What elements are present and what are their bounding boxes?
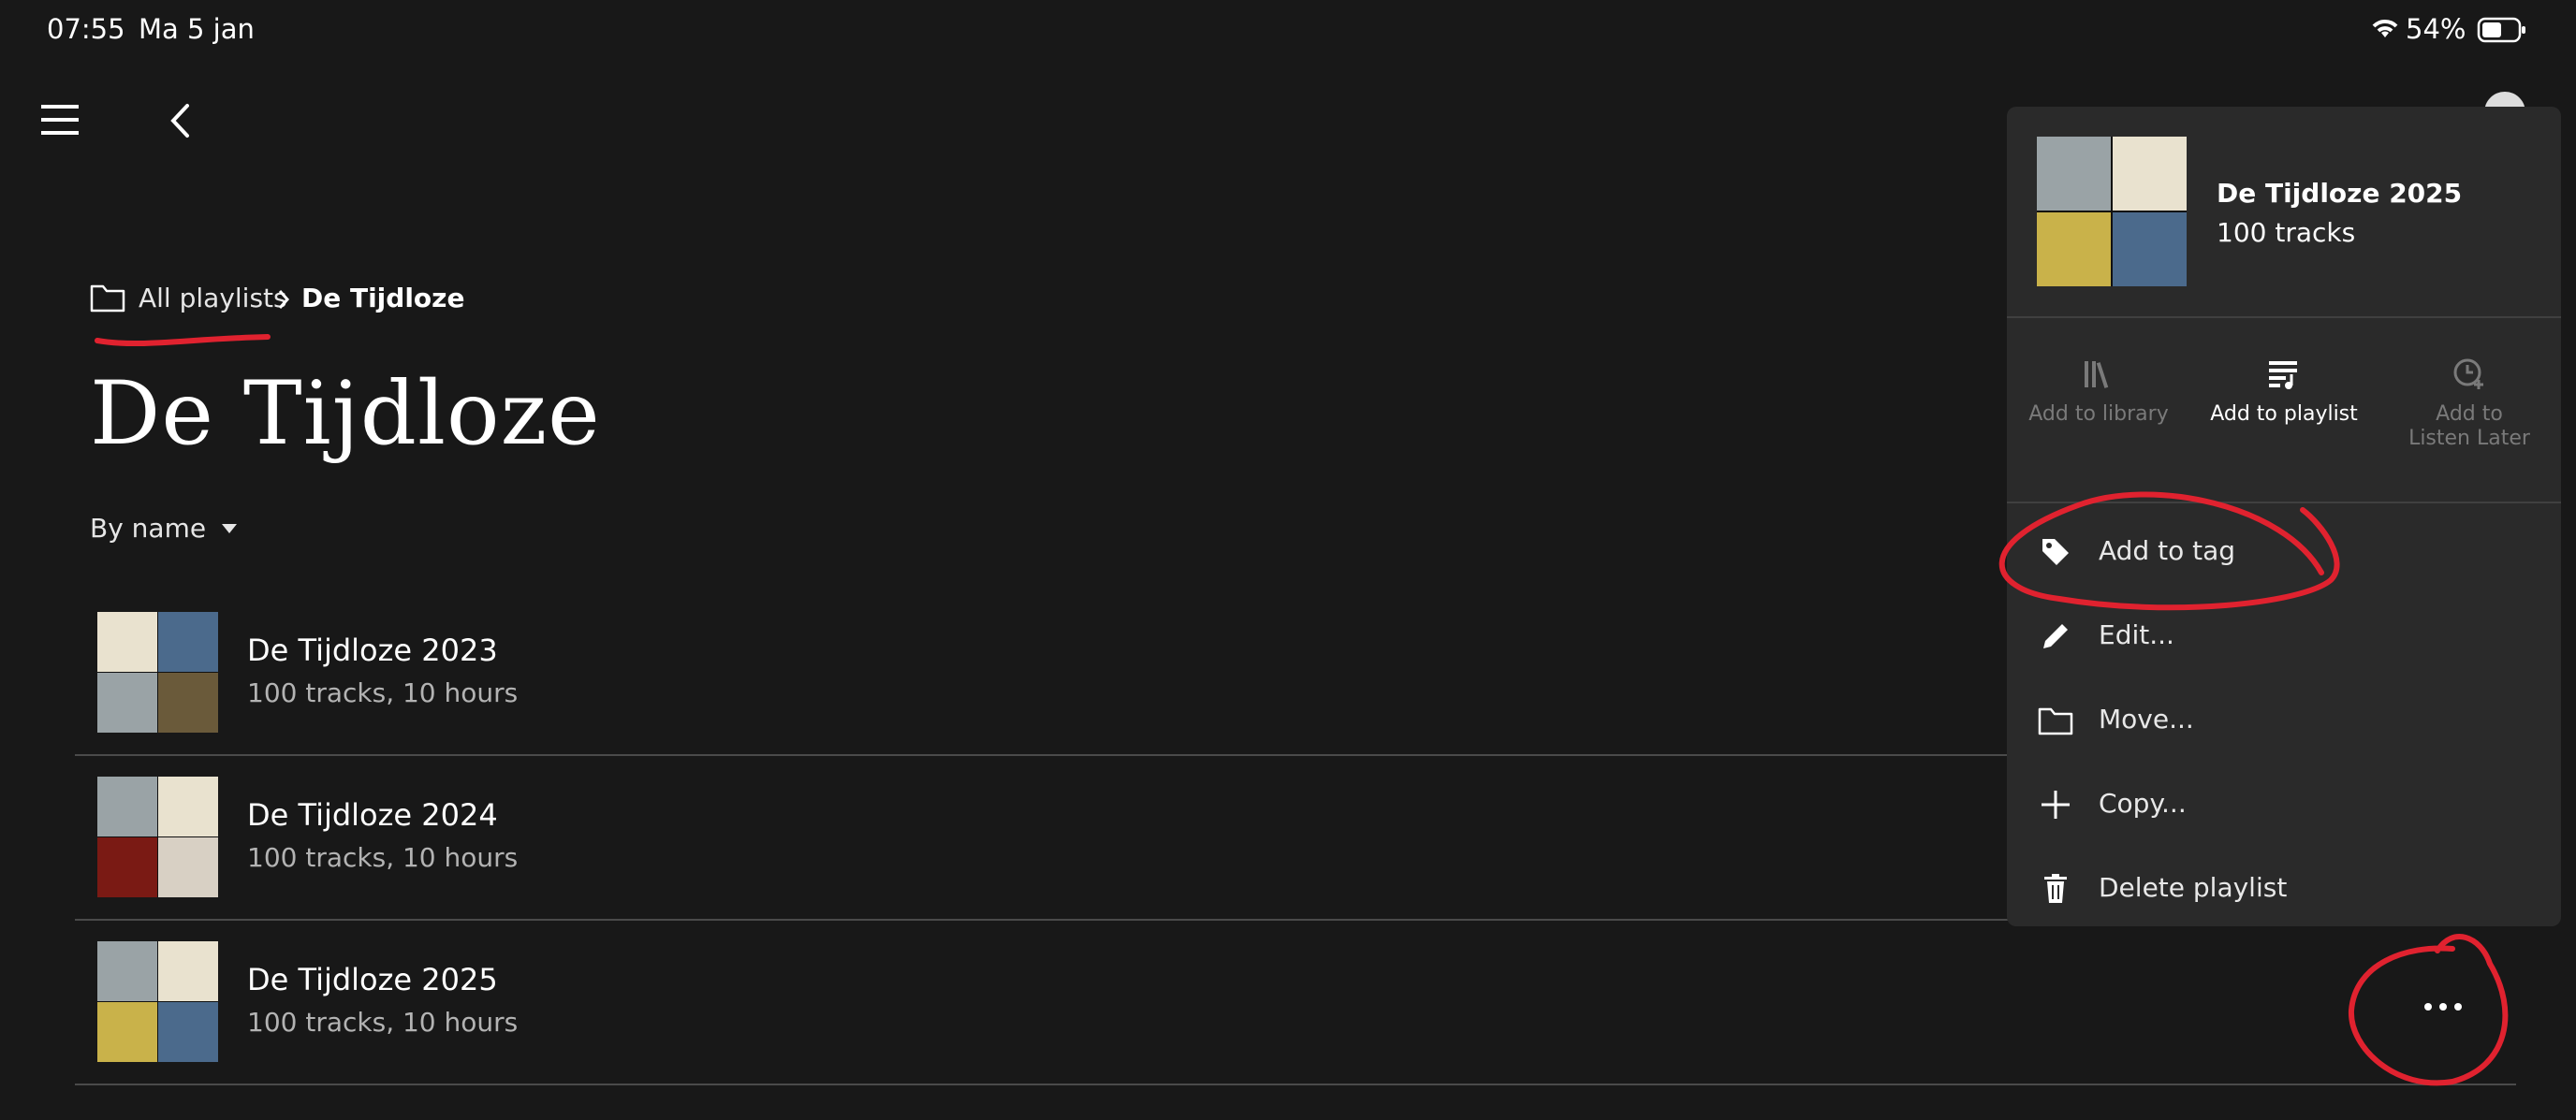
back-icon[interactable]: [168, 103, 191, 142]
context-menu-cover: [2037, 137, 2187, 286]
playlist-title: De Tijdloze 2025: [247, 962, 498, 997]
add-to-tag-menu-item[interactable]: Add to tag: [2007, 509, 2561, 593]
context-menu-title: De Tijdloze 2025: [2217, 178, 2463, 209]
folder-icon: [2037, 702, 2074, 739]
playlist-cover: [97, 612, 218, 733]
playlist-cover: [97, 777, 218, 897]
playlist-subtitle: 100 tracks, 10 hours: [247, 842, 519, 873]
page-title: De Tijdloze: [90, 363, 601, 465]
playlist-add-icon: [2192, 356, 2376, 393]
chevron-right-icon: [277, 288, 290, 314]
caret-down-icon: [222, 523, 238, 533]
battery-icon: [2477, 17, 2527, 47]
playlist-subtitle: 100 tracks, 10 hours: [247, 1007, 519, 1038]
breadcrumb-current: De Tijdloze: [301, 283, 465, 313]
status-time: 07:55: [47, 13, 125, 45]
delete-playlist-menu-item[interactable]: Delete playlist: [2007, 846, 2561, 926]
playlist-cover: [97, 941, 218, 1062]
plus-icon: [2037, 786, 2074, 823]
annotation-underline: [95, 334, 271, 347]
playlist-title: De Tijdloze 2024: [247, 797, 498, 833]
context-menu-subtitle: 100 tracks: [2217, 217, 2356, 248]
status-date: Ma 5 jan: [139, 13, 255, 45]
context-menu-header: De Tijdloze 2025 100 tracks: [2007, 107, 2561, 318]
playlist-row[interactable]: De Tijdloze 2025 100 tracks, 10 hours: [75, 919, 2516, 1085]
add-to-playlist-button[interactable]: Add to playlist: [2192, 356, 2376, 427]
edit-label: Edit...: [2099, 619, 2174, 650]
playlist-title: De Tijdloze 2023: [247, 633, 498, 668]
menu-icon[interactable]: [41, 103, 79, 140]
add-to-library-button[interactable]: Add to library: [2007, 356, 2190, 427]
wifi-icon: [2368, 15, 2402, 45]
tag-icon: [2037, 533, 2074, 571]
playlist-subtitle: 100 tracks, 10 hours: [247, 677, 519, 708]
move-label: Move...: [2099, 704, 2194, 735]
more-options-icon[interactable]: [2422, 997, 2464, 1015]
library-icon: [2007, 356, 2190, 393]
trash-icon: [2037, 870, 2074, 908]
add-to-playlist-label: Add to playlist: [2210, 402, 2358, 426]
pencil-icon: [2037, 618, 2074, 655]
delete-playlist-label: Delete playlist: [2099, 872, 2288, 903]
battery-percent: 54%: [2406, 13, 2466, 45]
breadcrumb-parent-link[interactable]: All playlists: [139, 283, 287, 313]
context-menu-actions: Add to library Add to playlist Add to Li…: [2007, 318, 2561, 503]
sort-dropdown[interactable]: By name: [90, 513, 238, 544]
add-to-tag-label: Add to tag: [2099, 535, 2236, 566]
add-to-listen-later-button[interactable]: Add to Listen Later: [2378, 356, 2561, 451]
edit-menu-item[interactable]: Edit...: [2007, 593, 2561, 677]
add-to-listen-later-label: Add to Listen Later: [2408, 402, 2530, 450]
move-menu-item[interactable]: Move...: [2007, 677, 2561, 762]
copy-menu-item[interactable]: Copy...: [2007, 762, 2561, 846]
clock-plus-icon: [2378, 356, 2561, 393]
playlist-context-menu: De Tijdloze 2025 100 tracks Add to libra…: [2007, 107, 2561, 926]
sort-label: By name: [90, 513, 207, 544]
add-to-library-label: Add to library: [2028, 402, 2169, 426]
folder-icon: [90, 283, 125, 316]
copy-label: Copy...: [2099, 788, 2187, 819]
